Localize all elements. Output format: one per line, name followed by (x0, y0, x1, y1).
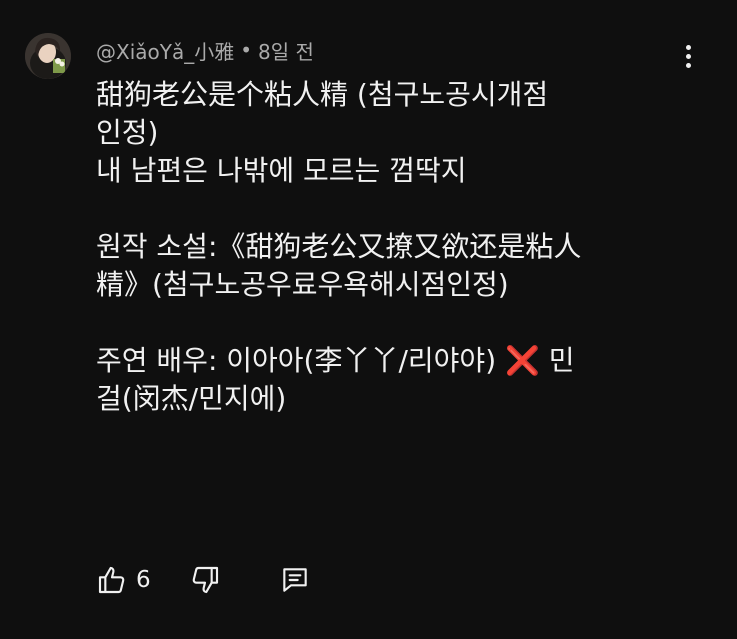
comment-actions: 6 (96, 560, 311, 600)
comment-card: @XiǎoYǎ_小雅 • 8일 전 甜狗老公是个粘人精 (첨구노공시개점 인정)… (0, 0, 737, 639)
reply-button[interactable] (279, 564, 311, 596)
more-options-button[interactable] (674, 40, 702, 72)
thumbs-up-icon (98, 566, 125, 594)
meta-separator: • (240, 38, 253, 62)
comment-line: 인정) (96, 116, 159, 149)
more-vertical-icon (685, 44, 691, 50)
like-count: 6 (136, 567, 151, 593)
cast-line-text: 주연 배우: 이아아(李丫丫/리야야) ❌ 민 (96, 344, 575, 377)
comment-blank-line (96, 304, 696, 342)
comment-line: 원작 소설:《甜狗老公又撩又欲还是粘人 (96, 230, 582, 263)
comment-line: 精》(첨구노공우료우욕해시점인정) (96, 268, 509, 301)
avatar-image (25, 33, 71, 79)
author-name[interactable]: @XiǎoYǎ_小雅 (96, 36, 234, 65)
avatar[interactable] (25, 33, 71, 79)
thumbs-down-icon (192, 566, 218, 594)
dislike-button[interactable] (189, 564, 221, 596)
cross-mark-icon: ❌ (505, 344, 540, 377)
comment-header: @XiǎoYǎ_小雅 • 8일 전 (96, 36, 314, 64)
timestamp[interactable]: 8일 전 (258, 36, 314, 65)
comment-line-cast: 주연 배우: 이아아(李丫丫/리야야) ❌ 민 (96, 342, 696, 380)
more-vertical-icon-dot (685, 53, 691, 59)
reply-comment-icon (282, 568, 307, 592)
comment-line: 걸(闵杰/민지에) (96, 382, 287, 415)
comment-line: 내 남편은 나밖에 모르는 껌딱지 (96, 154, 467, 187)
comment-text: 甜狗老公是个粘人精 (첨구노공시개점 인정) 내 남편은 나밖에 모르는 껌딱지… (96, 76, 696, 418)
like-button[interactable] (96, 564, 128, 596)
more-vertical-icon-dot (685, 62, 691, 68)
comment-line: 甜狗老公是个粘人精 (첨구노공시개점 (96, 78, 549, 111)
comment-blank-line (96, 190, 696, 228)
